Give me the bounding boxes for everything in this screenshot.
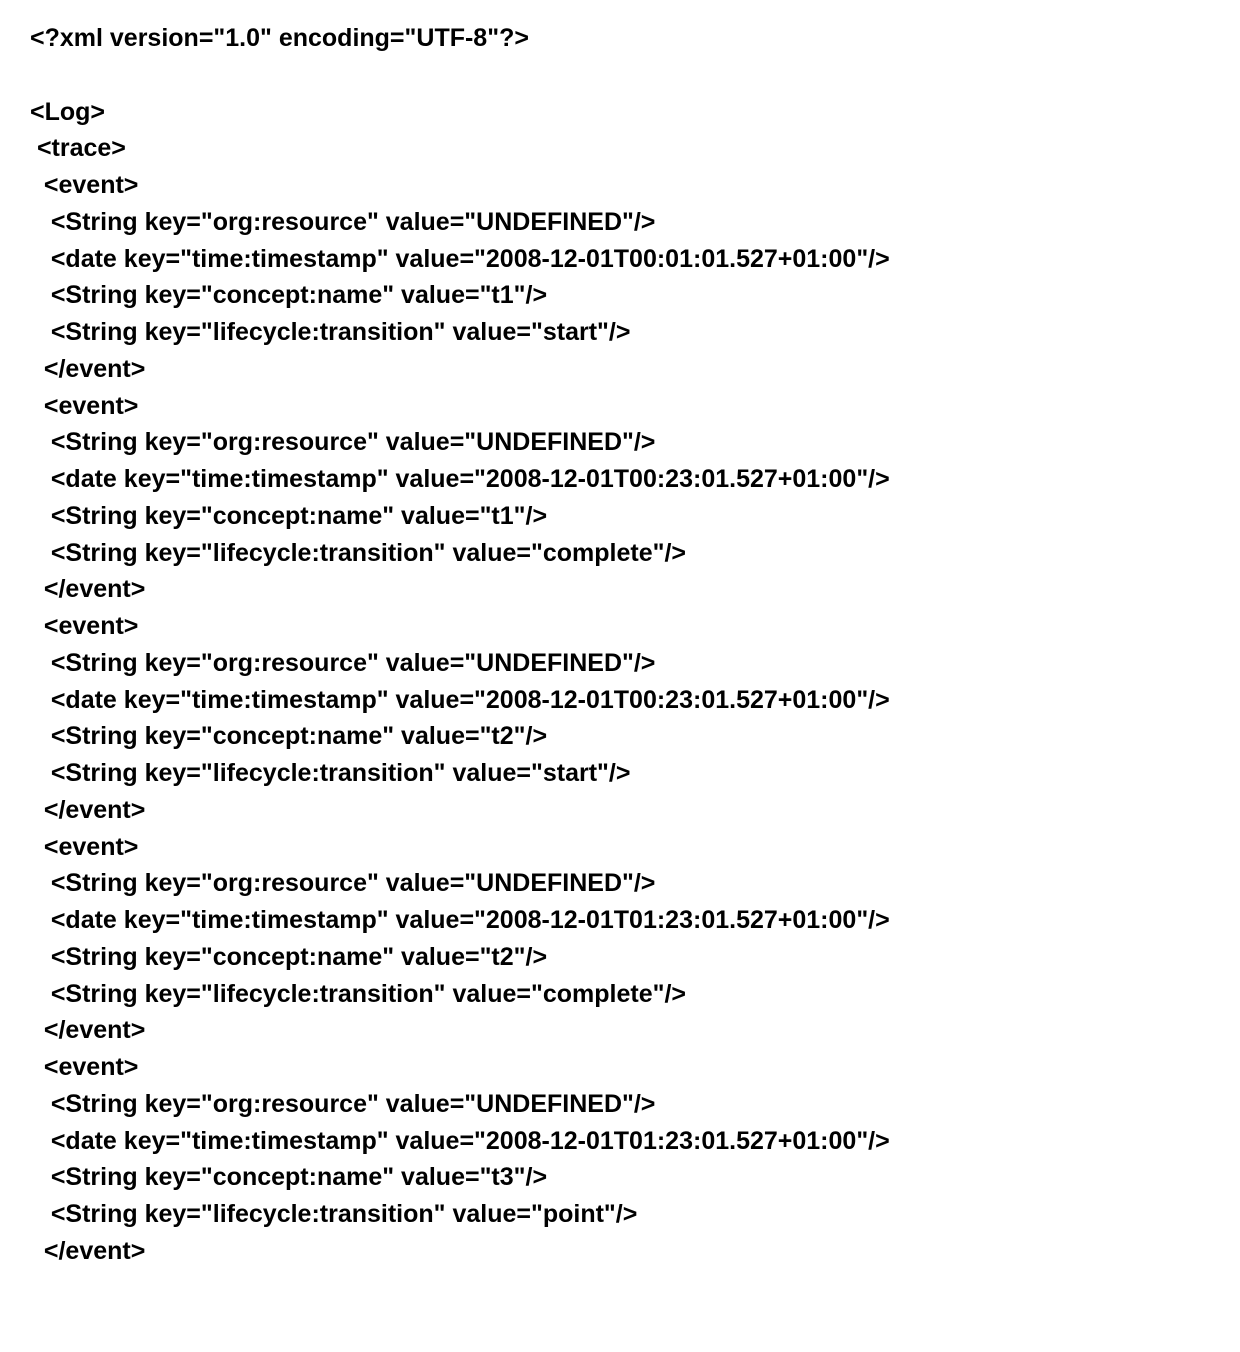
xml-code-block: <?xml version="1.0" encoding="UTF-8"?> <…: [30, 20, 1240, 1270]
